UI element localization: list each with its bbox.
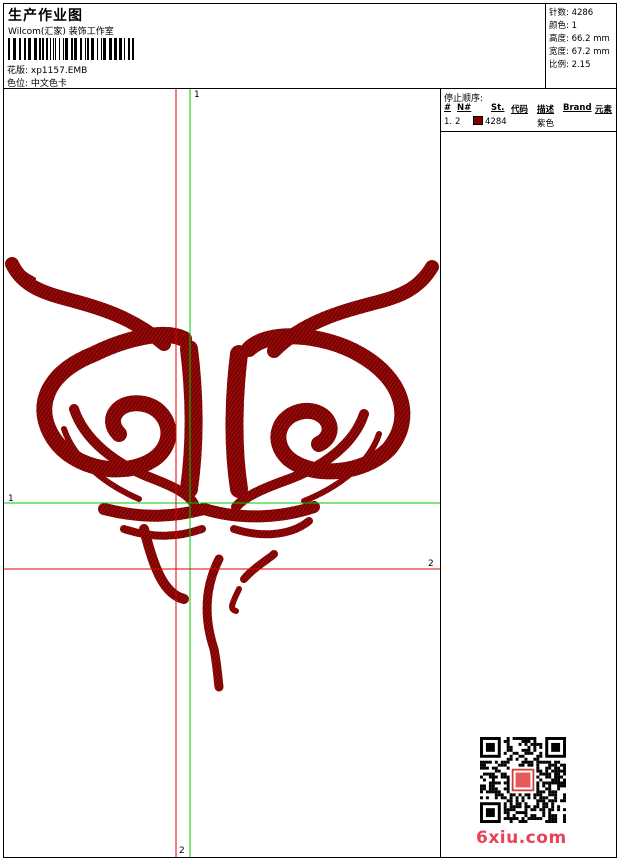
company-name: Wilcom(汇家) 装饰工作室 [8,27,114,37]
design-height: 高度: 66.2 mm [549,34,610,44]
qr-code [480,737,566,823]
color-chart: 色位: 中文色卡 [7,79,67,89]
guide-label-red-vertical: 2 [179,846,185,856]
embroidery-design [5,257,439,692]
design-width: 宽度: 67.2 mm [549,47,610,57]
col-header-element: 元素 [595,105,613,115]
row-index: 1. [444,117,453,127]
col-header-code: 代码 [511,105,529,115]
stitch-count: 针数: 4286 [549,8,594,18]
row-stitches: 4284 [485,117,507,127]
site-watermark: 6xiu.com [476,828,567,848]
col-header-index: # [444,103,452,113]
color-count: 颜色: 1 [549,21,577,31]
guide-label-red-horizontal: 2 [428,559,434,569]
row-description: 紫色 [537,119,555,129]
row-needle: 2 [455,117,461,127]
guide-label-green-horizontal: 1 [8,494,14,504]
stop-sequence-table: 停止顺序: # N# St. 代码 描述 Brand 元素 1. 2 4284 … [441,89,617,132]
barcode [8,38,134,60]
col-header-needle: N# [457,103,472,113]
col-header-description: 描述 [537,105,555,115]
design-scale: 比例: 2.15 [549,60,591,70]
production-sheet: 生产作业图 Wilcom(汇家) 装饰工作室 花版: xp1157.EMB 色位… [3,3,617,858]
thread-color-swatch [473,116,483,125]
design-file-name: 花版: xp1157.EMB [7,66,88,76]
col-header-stitches: St. [491,103,505,113]
col-header-brand: Brand [563,103,592,113]
page-title: 生产作业图 [8,8,83,24]
design-stats: 针数: 4286 颜色: 1 高度: 66.2 mm 宽度: 67.2 mm 比… [546,4,616,89]
guide-label-green-vertical: 1 [194,90,200,100]
design-canvas: 1 1 2 2 [4,89,440,857]
embroidery-preview [4,89,440,857]
header-info: 生产作业图 Wilcom(汇家) 装饰工作室 花版: xp1157.EMB 色位… [4,4,546,89]
